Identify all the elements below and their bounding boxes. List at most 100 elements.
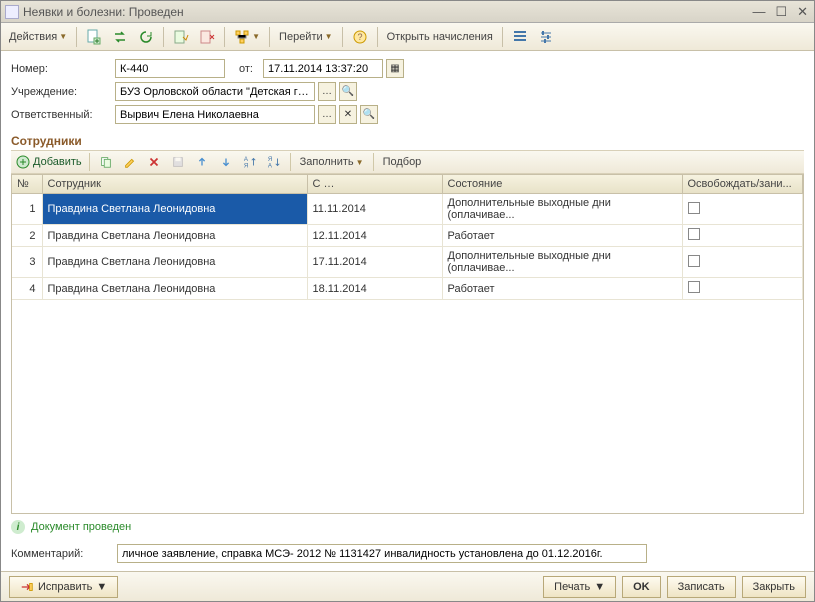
close-button[interactable]: Закрыть bbox=[742, 576, 806, 598]
col-state[interactable]: Состояние bbox=[442, 175, 682, 194]
actions-menu[interactable]: Действия▼ bbox=[5, 26, 71, 48]
sliders-icon bbox=[538, 29, 554, 45]
resp-label: Ответственный: bbox=[11, 109, 111, 121]
checkbox-icon[interactable] bbox=[688, 255, 700, 267]
post-doc-button[interactable] bbox=[169, 26, 193, 48]
list-view-button[interactable] bbox=[508, 26, 532, 48]
org-more-button[interactable]: … bbox=[318, 82, 336, 101]
cell-state: Дополнительные выходные дни (оплачивае..… bbox=[442, 247, 682, 278]
date-input[interactable] bbox=[263, 59, 383, 78]
close-window-button[interactable]: ✕ bbox=[795, 4, 810, 20]
from-label: от: bbox=[239, 63, 253, 75]
bottom-bar: Исправить▼ Печать▼ OK Записать Закрыть bbox=[1, 571, 814, 601]
print-button[interactable]: Печать▼ bbox=[543, 576, 616, 598]
employees-table: № Сотрудник С … Состояние Освобождать/за… bbox=[11, 174, 804, 514]
delete-icon bbox=[147, 154, 161, 170]
sort-asc-button[interactable]: АЯ bbox=[239, 154, 261, 170]
ok-button[interactable]: OK bbox=[622, 576, 661, 598]
main-toolbar: Действия▼ ▼ Перейти▼ ? Открыть начислени… bbox=[1, 23, 814, 51]
comment-input[interactable] bbox=[117, 544, 647, 563]
delete-row-button[interactable] bbox=[143, 154, 165, 170]
org-input[interactable] bbox=[115, 82, 315, 101]
form-area: Номер: от: ▦ Учреждение: … 🔍 Ответственн… bbox=[1, 51, 814, 132]
window: Неявки и болезни: Проведен — ☐ ✕ Действи… bbox=[0, 0, 815, 602]
copy-row-button[interactable] bbox=[95, 154, 117, 170]
move-up-button[interactable] bbox=[191, 154, 213, 170]
edit-row-button[interactable] bbox=[119, 154, 141, 170]
resp-clear-button[interactable]: ✕ bbox=[339, 105, 357, 124]
write-button[interactable]: Записать bbox=[667, 576, 736, 598]
resp-input[interactable] bbox=[115, 105, 315, 124]
help-button[interactable]: ? bbox=[348, 26, 372, 48]
open-charges-button[interactable]: Открыть начисления bbox=[383, 26, 497, 48]
table-row[interactable]: 1Правдина Светлана Леонидовна11.11.2014Д… bbox=[12, 194, 803, 225]
plus-doc-icon bbox=[86, 29, 102, 45]
refresh-icon bbox=[138, 29, 154, 45]
col-employee[interactable]: Сотрудник bbox=[42, 175, 307, 194]
pencil-icon bbox=[123, 154, 137, 170]
tree-icon bbox=[234, 29, 250, 45]
list-toolbar: Добавить АЯ ЯА Заполнить▼ Подбор bbox=[11, 150, 804, 174]
checkbox-icon[interactable] bbox=[688, 228, 700, 240]
cell-from: 12.11.2014 bbox=[307, 225, 442, 247]
org-label: Учреждение: bbox=[11, 86, 111, 98]
arrow-down-icon bbox=[219, 154, 233, 170]
col-release[interactable]: Освобождать/зани... bbox=[682, 175, 803, 194]
refresh-button[interactable] bbox=[134, 26, 158, 48]
col-from[interactable]: С … bbox=[307, 175, 442, 194]
number-input[interactable] bbox=[115, 59, 225, 78]
move-down-button[interactable] bbox=[215, 154, 237, 170]
cell-employee: Правдина Светлана Леонидовна bbox=[42, 247, 307, 278]
checkbox-icon[interactable] bbox=[688, 281, 700, 293]
add-row-button[interactable]: Добавить bbox=[13, 154, 84, 170]
goto-menu[interactable]: Перейти▼ bbox=[275, 26, 337, 48]
cell-n: 2 bbox=[12, 225, 42, 247]
document-icon bbox=[5, 5, 19, 19]
cell-release[interactable] bbox=[682, 278, 803, 300]
settings-button[interactable] bbox=[534, 26, 558, 48]
cell-from: 11.11.2014 bbox=[307, 194, 442, 225]
resp-lookup-button[interactable]: 🔍 bbox=[360, 105, 378, 124]
fix-button[interactable]: Исправить▼ bbox=[9, 576, 118, 598]
disk-icon bbox=[171, 154, 185, 170]
date-picker-button[interactable]: ▦ bbox=[386, 59, 404, 78]
cell-employee: Правдина Светлана Леонидовна bbox=[42, 278, 307, 300]
cell-state: Работает bbox=[442, 278, 682, 300]
col-n[interactable]: № bbox=[12, 175, 42, 194]
save-row-button[interactable] bbox=[167, 154, 189, 170]
copy-icon bbox=[99, 154, 113, 170]
comment-row: Комментарий: bbox=[1, 540, 814, 571]
sort-asc-icon: АЯ bbox=[243, 154, 257, 170]
org-lookup-button[interactable]: 🔍 bbox=[339, 82, 357, 101]
pick-button[interactable]: Подбор bbox=[379, 151, 426, 173]
info-icon: i bbox=[11, 520, 25, 534]
comment-label: Комментарий: bbox=[11, 548, 111, 560]
swap-icon bbox=[112, 29, 128, 45]
unpost-doc-button[interactable] bbox=[195, 26, 219, 48]
sort-desc-icon: ЯА bbox=[267, 154, 281, 170]
new-doc-button[interactable] bbox=[82, 26, 106, 48]
maximize-button[interactable]: ☐ bbox=[773, 4, 789, 20]
cell-n: 3 bbox=[12, 247, 42, 278]
cell-n: 4 bbox=[12, 278, 42, 300]
table-row[interactable]: 2Правдина Светлана Леонидовна12.11.2014Р… bbox=[12, 225, 803, 247]
structure-button[interactable]: ▼ bbox=[230, 26, 264, 48]
svg-text:А: А bbox=[268, 162, 273, 169]
unpost-icon bbox=[199, 29, 215, 45]
table-row[interactable]: 4Правдина Светлана Леонидовна18.11.2014Р… bbox=[12, 278, 803, 300]
cell-release[interactable] bbox=[682, 247, 803, 278]
sort-desc-button[interactable]: ЯА bbox=[263, 154, 285, 170]
swap-icon-button[interactable] bbox=[108, 26, 132, 48]
number-label: Номер: bbox=[11, 63, 111, 75]
cell-release[interactable] bbox=[682, 194, 803, 225]
fix-icon bbox=[20, 580, 34, 594]
minimize-button[interactable]: — bbox=[750, 4, 767, 20]
cell-release[interactable] bbox=[682, 225, 803, 247]
resp-more-button[interactable]: … bbox=[318, 105, 336, 124]
checkbox-icon[interactable] bbox=[688, 202, 700, 214]
fill-menu[interactable]: Заполнить▼ bbox=[296, 151, 368, 173]
cell-from: 18.11.2014 bbox=[307, 278, 442, 300]
cell-state: Дополнительные выходные дни (оплачивае..… bbox=[442, 194, 682, 225]
table-row[interactable]: 3Правдина Светлана Леонидовна17.11.2014Д… bbox=[12, 247, 803, 278]
cell-state: Работает bbox=[442, 225, 682, 247]
